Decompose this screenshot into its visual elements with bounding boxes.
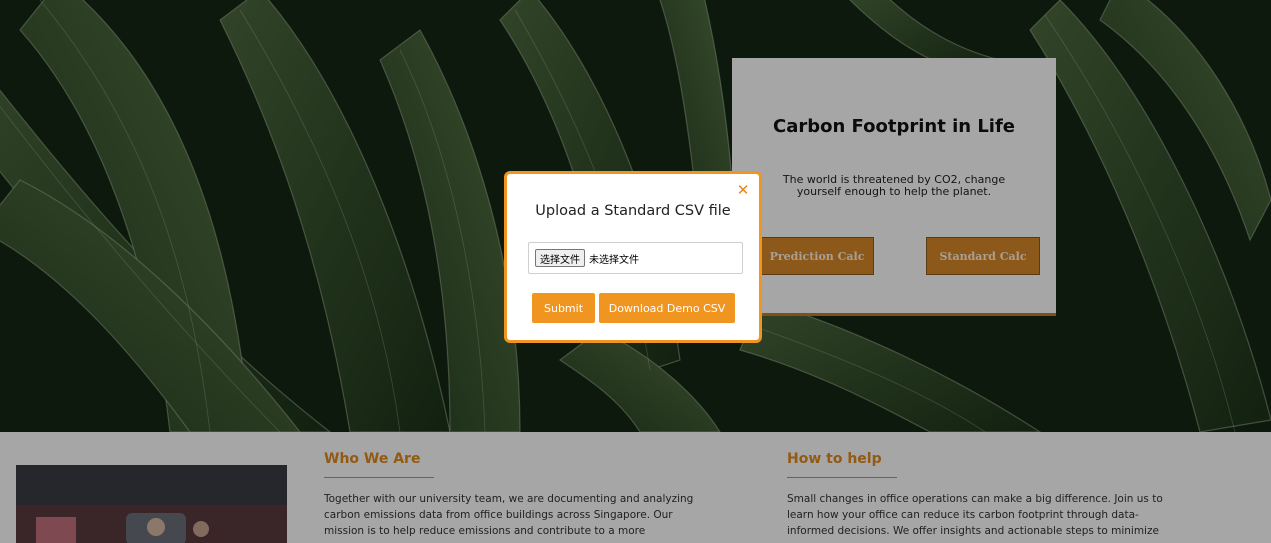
download-demo-csv-button[interactable]: Download Demo CSV (599, 293, 735, 323)
modal-title: Upload a Standard CSV file (535, 203, 731, 219)
close-icon[interactable]: ✕ (735, 182, 751, 198)
submit-button[interactable]: Submit (532, 293, 595, 323)
upload-csv-modal: ✕ Upload a Standard CSV file 选择文件 未选择文件 … (504, 171, 762, 343)
file-status-text: 未选择文件 (589, 254, 639, 266)
choose-file-button[interactable]: 选择文件 (535, 249, 585, 267)
file-input[interactable]: 选择文件 未选择文件 (528, 242, 743, 274)
